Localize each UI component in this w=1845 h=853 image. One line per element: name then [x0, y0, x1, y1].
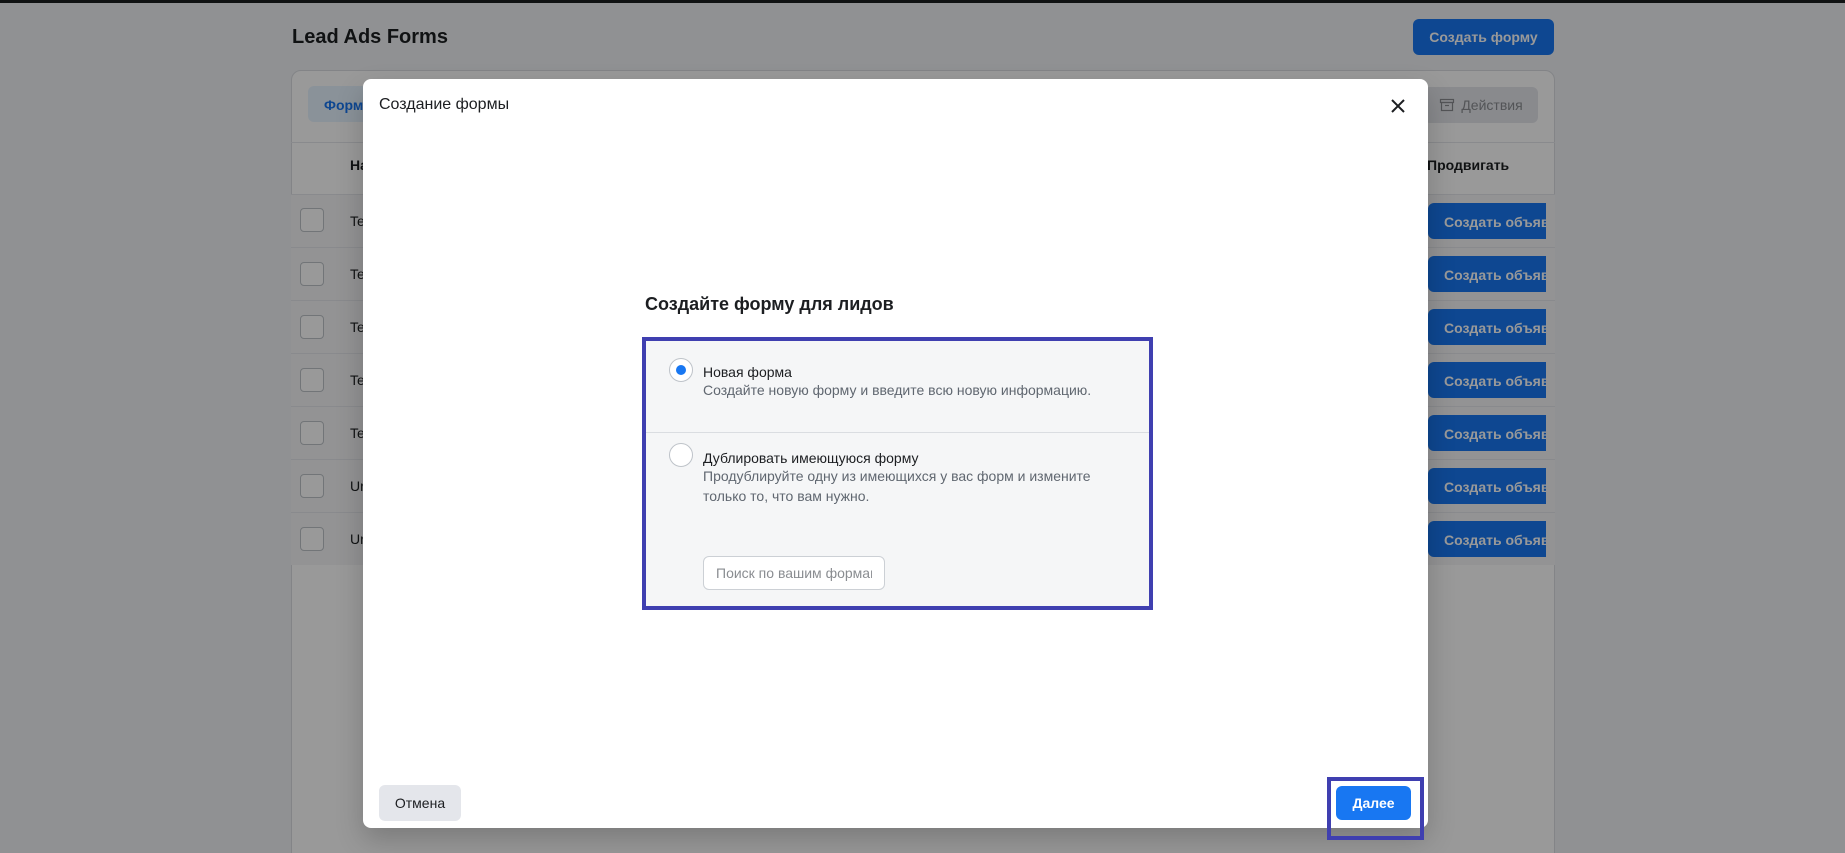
option-label: Дублировать имеющуюся форму	[703, 450, 919, 466]
option-new-form[interactable]: Новая форма Создайте новую форму и введи…	[646, 341, 1149, 433]
form-type-options: Новая форма Создайте новую форму и введи…	[642, 337, 1153, 610]
option-description: Создайте новую форму и введите всю новую…	[703, 382, 1092, 398]
close-icon	[1391, 99, 1405, 113]
close-button[interactable]	[1388, 96, 1408, 116]
next-button[interactable]: Далее	[1336, 786, 1411, 820]
option-label: Новая форма	[703, 364, 792, 380]
option-duplicate-form[interactable]: Дублировать имеющуюся форму Продублируйт…	[646, 434, 1149, 606]
radio-duplicate-form[interactable]	[669, 443, 693, 467]
create-form-dialog: Создание формы Создайте форму для лидов …	[363, 79, 1428, 840]
cancel-button[interactable]: Отмена	[379, 785, 461, 821]
radio-new-form[interactable]	[669, 358, 693, 382]
option-description: Продублируйте одну из имеющихся у вас фо…	[703, 468, 1091, 504]
section-title: Создайте форму для лидов	[645, 294, 894, 314]
dialog-title: Создание формы	[379, 96, 510, 113]
search-forms-input[interactable]	[703, 556, 885, 590]
